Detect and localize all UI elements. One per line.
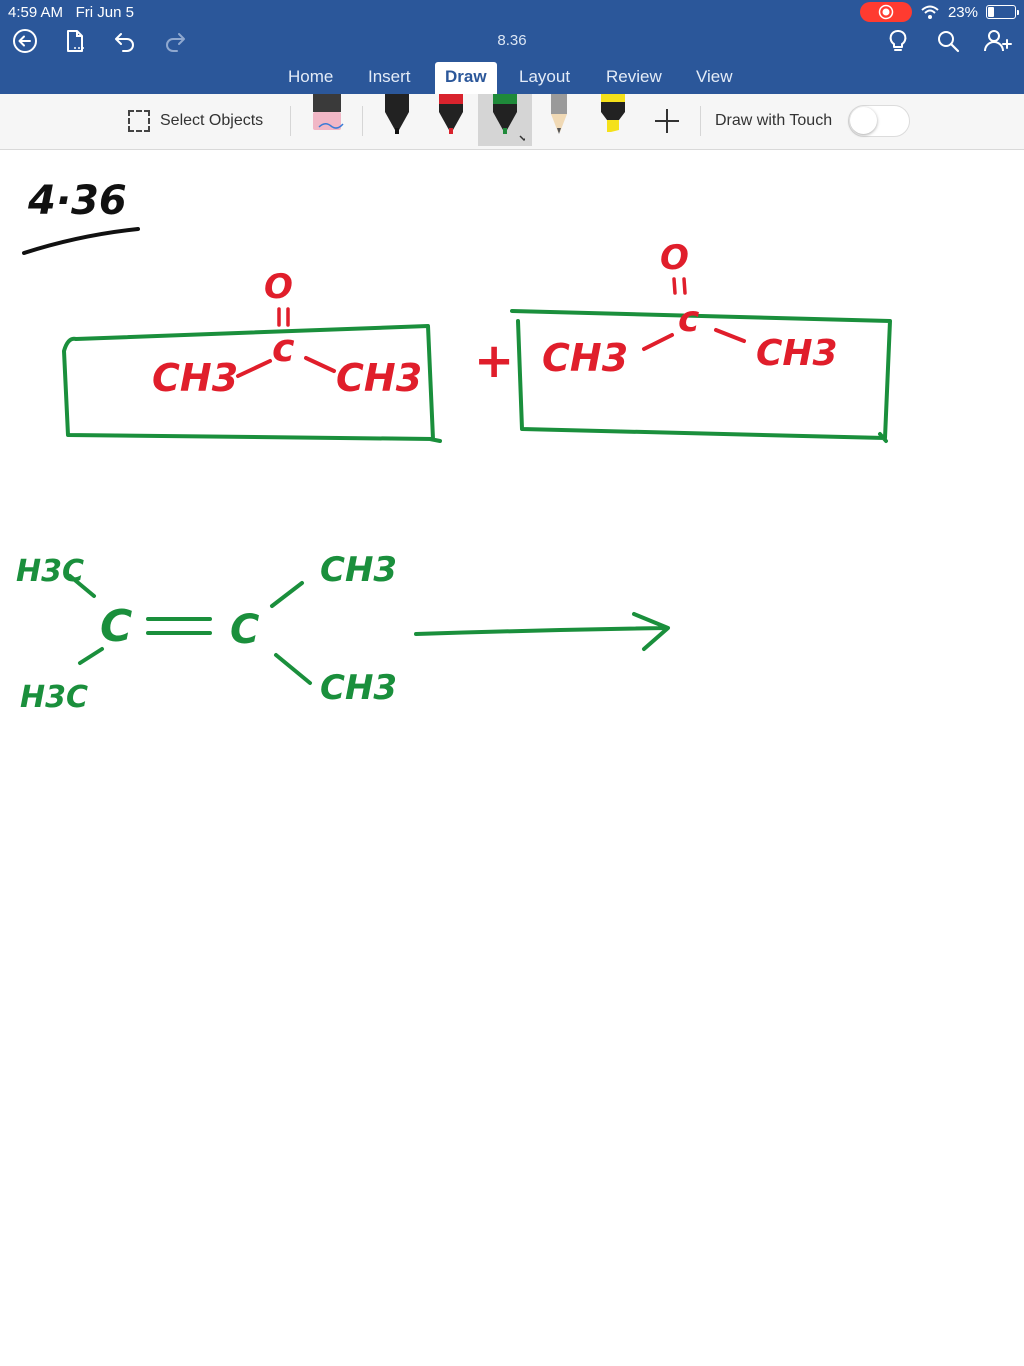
redo-button[interactable] — [160, 26, 190, 56]
red-pen-icon — [439, 94, 463, 134]
battery-fill — [988, 7, 994, 17]
select-objects-label: Select Objects — [160, 112, 264, 129]
tell-me-button[interactable] — [883, 26, 913, 56]
eraser-tool[interactable] — [300, 94, 354, 146]
undo-icon — [115, 33, 134, 52]
undo-button[interactable] — [110, 26, 140, 56]
green-pen-tool[interactable] — [478, 94, 532, 146]
left-oxygen: O — [264, 267, 293, 307]
document-icon — [67, 30, 84, 52]
toolbar-divider — [362, 106, 363, 136]
document-title: 8.36 — [497, 32, 527, 49]
right-double-bond — [672, 277, 687, 295]
right-oxygen: O — [660, 238, 689, 278]
pencil-icon — [551, 94, 567, 134]
title-bar: 4:59 AM Fri Jun 5 23% 8.36 Home Insert D… — [0, 0, 1024, 94]
draw-with-touch-label: Draw with Touch — [715, 112, 833, 129]
status-indicators: 23% — [859, 2, 1019, 22]
right-bond-left — [642, 333, 674, 351]
tab-insert[interactable]: Insert — [358, 62, 421, 94]
plus-icon — [655, 109, 679, 133]
alkene-methyl-bottom-right: CH3 — [320, 668, 397, 708]
tab-layout[interactable]: Layout — [509, 62, 580, 94]
black-pen-tool[interactable] — [370, 94, 424, 146]
alkene-carbon-right: C — [230, 607, 259, 653]
alkene-carbon-left: C — [100, 601, 132, 652]
ribbon-tabs: Home Insert Draw Layout Review View — [0, 62, 1024, 94]
select-objects-button[interactable]: Select Objects — [128, 110, 263, 132]
pencil-tool[interactable] — [532, 94, 586, 146]
right-methyl-left: CH3 — [542, 336, 628, 380]
left-methyl-right: CH3 — [336, 356, 422, 400]
red-pen-tool[interactable] — [424, 94, 478, 146]
document-canvas[interactable]: 4·36 O c CH3 CH3 + O c CH3 CH3 H3C H3C C… — [0, 151, 1024, 1366]
draw-toolbar: Select Objects Draw with Touch — [0, 94, 1024, 150]
status-clock: 4:59 AM — [8, 4, 64, 21]
problem-number: 4·36 — [27, 178, 127, 224]
record-icon — [878, 4, 894, 20]
status-date: Fri Jun 5 — [75, 4, 134, 21]
ink-layer: 4·36 O c CH3 CH3 + O c CH3 CH3 H3C H3C C… — [16, 178, 892, 715]
add-person-icon — [984, 30, 1012, 52]
alkene-bond-top-right — [270, 581, 304, 608]
left-methyl-left: CH3 — [152, 356, 238, 400]
select-objects-icon — [128, 110, 150, 132]
underline-stroke — [22, 227, 140, 255]
toggle-knob — [850, 107, 877, 134]
black-pen-icon — [385, 94, 409, 134]
search-icon — [938, 31, 960, 53]
toolbar-divider — [700, 106, 701, 136]
alkene-double-bond — [146, 617, 212, 635]
redo-icon — [166, 33, 185, 52]
wifi-icon — [921, 5, 939, 19]
draw-with-touch-toggle[interactable] — [848, 105, 910, 137]
alkene-methyl-bottom-left: H3C — [20, 680, 88, 715]
left-double-bond — [277, 307, 290, 327]
screen-recording-indicator[interactable] — [859, 2, 912, 22]
plus-sign: + — [474, 333, 514, 389]
battery-icon — [986, 5, 1019, 19]
battery-percent: 23% — [947, 3, 978, 21]
alkene-bond-bottom-left — [78, 647, 104, 665]
tab-draw[interactable]: Draw — [435, 62, 497, 94]
left-carbon: c — [272, 326, 295, 370]
back-button[interactable] — [10, 26, 40, 56]
tab-view[interactable]: View — [686, 62, 743, 94]
tab-review[interactable]: Review — [596, 62, 672, 94]
reaction-arrow — [414, 612, 670, 651]
alkene-methyl-top-left: H3C — [16, 554, 84, 589]
add-pen-button[interactable] — [640, 94, 694, 146]
eraser-icon — [313, 94, 344, 130]
share-button[interactable] — [983, 26, 1013, 56]
search-button[interactable] — [933, 26, 963, 56]
alkene-bond-bottom-right — [274, 653, 312, 685]
right-bond-right — [714, 328, 746, 343]
right-carbon: c — [678, 299, 699, 340]
battery-tip — [1017, 10, 1019, 15]
alkene-methyl-top-right: CH3 — [320, 550, 397, 590]
right-methyl-right: CH3 — [756, 333, 838, 374]
left-bond-right — [304, 356, 336, 373]
highlighter-tool[interactable] — [586, 94, 640, 146]
back-arrow-icon — [13, 29, 37, 53]
left-bond-left — [236, 359, 272, 378]
green-pen-icon — [493, 94, 525, 142]
lightbulb-icon — [889, 30, 907, 51]
status-time: 4:59 AM Fri Jun 5 — [8, 4, 134, 21]
file-menu-button[interactable] — [60, 26, 90, 56]
highlighter-icon — [601, 94, 625, 132]
toolbar-divider — [290, 106, 291, 136]
tab-home[interactable]: Home — [278, 62, 343, 94]
